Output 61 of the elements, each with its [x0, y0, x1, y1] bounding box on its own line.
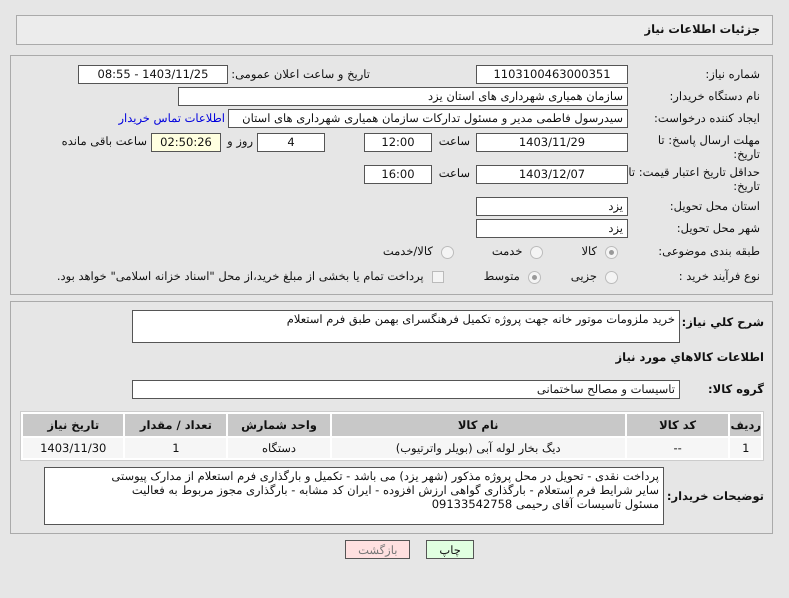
print-button[interactable]: چاپ — [426, 540, 474, 560]
column-header: نام کالا — [332, 414, 625, 436]
field-label: ساعت — [438, 133, 471, 150]
field-label: نام دستگاه خریدار: — [668, 88, 760, 105]
field-label: شهر محل تحویل: — [676, 220, 760, 237]
table-cell: -- — [626, 438, 728, 458]
column-header: تاریخ نیاز — [23, 414, 124, 436]
field-label: ایجاد کننده درخواست: — [653, 110, 760, 127]
radio-button[interactable] — [605, 246, 618, 258]
countdown-field: 02:50:26 — [151, 133, 221, 152]
header-bar: جزئیات اطلاعات نیاز — [16, 15, 773, 45]
table-cell: دستگاه — [228, 438, 330, 458]
section-heading: اطلاعات کالاهاي مورد نياز — [614, 349, 764, 366]
column-header: کد کالا — [626, 414, 728, 436]
text-field[interactable]: سیدرسول فاطمی مدیر و مسئول تدارکات سازمان همیاری شهرداری های استان — [228, 109, 628, 128]
radio-label: کالا — [581, 243, 597, 260]
radio-button[interactable] — [605, 270, 618, 284]
field-label: گروه کالا: — [707, 381, 764, 398]
checkbox[interactable] — [432, 271, 444, 283]
field-label: شماره نیاز: — [704, 66, 760, 83]
text-field[interactable]: سازمان همیاری شهرداری های استان یزد — [178, 87, 628, 106]
table-cell: 1403/11/30 — [23, 438, 124, 458]
text-field[interactable]: 1403/11/29 — [476, 133, 628, 152]
field-label: تاریخ و ساعت اعلان عمومی: — [230, 66, 370, 83]
text-field[interactable]: 12:00 — [364, 133, 432, 152]
text-field[interactable]: 16:00 — [364, 165, 432, 184]
field-label: روز و — [226, 133, 254, 150]
text-field[interactable]: 4 — [257, 133, 325, 152]
summary-textarea[interactable]: خرید ملزومات موتور خانه جهت پروژه تکمیل فرهنگسرای بهمن طبق فرم استعلام — [132, 310, 680, 343]
field-label: استان محل تحویل: — [668, 198, 760, 215]
column-header: واحد شمارش — [228, 414, 330, 436]
text-field[interactable]: یزد — [476, 197, 628, 216]
checkbox-label: پرداخت تمام یا بخشی از مبلغ خرید،از محل "اسناد خزانه اسلامی" خواهد بود. — [56, 268, 424, 286]
column-header: تعداد / مقدار — [125, 414, 226, 436]
field-label: نوع فرآیند خرید : — [678, 268, 760, 286]
field-label: مهلت ارسال پاسخ: تا تاریخ: — [656, 133, 760, 161]
radio-label: متوسط — [484, 268, 520, 286]
contact-link[interactable]: اطلاعات تماس خریدار — [118, 110, 225, 128]
back-button[interactable]: بازگشت — [345, 540, 410, 560]
radio-button[interactable] — [528, 270, 541, 284]
radio-label: کالا/خدمت — [382, 243, 433, 260]
text-field[interactable]: 1103100463000351 — [476, 65, 628, 84]
table-cell: 1 — [125, 438, 226, 458]
radio-label: خدمت — [492, 243, 522, 260]
text-field[interactable]: 1403/12/07 — [476, 165, 628, 184]
radio-button[interactable] — [440, 246, 454, 258]
notes-textarea[interactable]: پرداخت نقدی - تحویل در محل پروژه مذکور (شهر یزد) می باشد - تکمیل و بارگذاری فرم استعلام از مدارک پیوستی سایر شرایط فرم استعلام - بارگذاری گواهی ارزش افزوده - ایران کد مشابه - بارگذاری مجوز مربوط به فعالیت مسئول تاسیسات آقای رحیمی 09133542758 — [44, 467, 664, 526]
field-label: ساعت باقی مانده — [60, 133, 148, 150]
radio-button[interactable] — [530, 246, 544, 258]
field-label: طبقه بندی موضوعی: — [657, 243, 760, 260]
table-cell: دیگ بخار لوله آبی (بویلر واترتیوب) — [332, 438, 625, 458]
field-label: ساعت — [438, 165, 471, 182]
text-field[interactable]: یزد — [476, 219, 628, 238]
text-field[interactable]: 1403/11/25 - 08:55 — [78, 65, 228, 84]
column-header: ردیف — [730, 414, 761, 436]
field-label: حداقل تاریخ اعتبار قیمت: تا تاریخ: — [628, 165, 760, 193]
table-cell: 1 — [730, 438, 761, 458]
field-label: شرح کلي نياز: — [680, 314, 764, 331]
radio-label: جزیی — [570, 268, 597, 286]
text-field[interactable]: تاسیسات و مصالح ساختمانی — [132, 380, 680, 400]
field-label: توضیحات خریدار: — [666, 488, 764, 505]
